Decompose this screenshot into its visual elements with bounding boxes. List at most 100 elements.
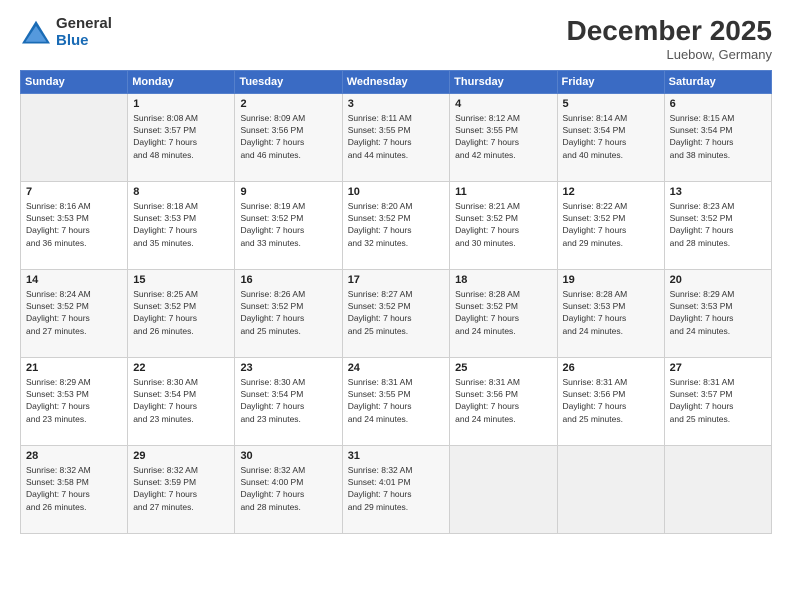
day-number: 2 — [240, 98, 336, 110]
calendar-cell: 2 Sunrise: 8:09 AMSunset: 3:56 PMDaylight… — [235, 93, 342, 181]
day-info: Sunrise: 8:12 AMSunset: 3:55 PMDaylight:… — [455, 112, 551, 161]
calendar-cell: 6Sunrise: 8:15 AMSunset: 3:54 PMDaylight… — [664, 93, 771, 181]
day-number: 13 — [670, 186, 766, 198]
day-number: 25 — [455, 362, 551, 374]
calendar-cell: 7 Sunrise: 8:16 AMSunset: 3:53 PMDaylight… — [21, 181, 128, 269]
day-number: 8 — [133, 186, 229, 198]
col-saturday: Saturday — [664, 70, 771, 93]
day-number: 24 — [348, 362, 444, 374]
logo-blue: Blue — [56, 33, 112, 50]
calendar-cell: 20 Sunrise: 8:29 AMSunset: 3:53 PMDayligh… — [664, 269, 771, 357]
calendar-cell — [557, 445, 664, 533]
day-number: 22 — [133, 362, 229, 374]
day-number: 29 — [133, 450, 229, 462]
day-info: Sunrise: 8:23 AMSunset: 3:52 PMDaylight:… — [670, 200, 766, 249]
day-info: Sunrise: 8:11 AMSunset: 3:55 PMDaylight:… — [348, 112, 444, 161]
day-number: 14 — [26, 274, 122, 286]
day-info: Sunrise: 8:29 AMSunset: 3:53 PMDaylight:… — [670, 288, 766, 337]
calendar-week-row: 28Sunrise: 8:32 AMSunset: 3:58 PMDayligh… — [21, 445, 772, 533]
day-number: 9 — [240, 186, 336, 198]
day-number: 17 — [348, 274, 444, 286]
calendar-cell: 29 Sunrise: 8:32 AMSunset: 3:59 PMDayligh… — [128, 445, 235, 533]
logo-text: General Blue — [56, 16, 112, 49]
day-info: Sunrise: 8:24 AMSunset: 3:52 PMDaylight:… — [26, 288, 122, 337]
day-info: Sunrise: 8:21 AMSunset: 3:52 PMDaylight:… — [455, 200, 551, 249]
day-number: 1 — [133, 98, 229, 110]
col-monday: Monday — [128, 70, 235, 93]
calendar-cell: 5Sunrise: 8:14 AMSunset: 3:54 PMDaylight… — [557, 93, 664, 181]
calendar-table: Sunday Monday Tuesday Wednesday Thursday… — [20, 70, 772, 534]
calendar-cell: 21 Sunrise: 8:29 AMSunset: 3:53 PMDayligh… — [21, 357, 128, 445]
day-number: 3 — [348, 98, 444, 110]
logo: General Blue — [20, 16, 112, 49]
col-tuesday: Tuesday — [235, 70, 342, 93]
calendar-cell: 17 Sunrise: 8:27 AMSunset: 3:52 PMDayligh… — [342, 269, 449, 357]
day-info: Sunrise: 8:09 AMSunset: 3:56 PMDaylight:… — [240, 112, 336, 161]
day-info: Sunrise: 8:16 AMSunset: 3:53 PMDaylight:… — [26, 200, 122, 249]
day-number: 23 — [240, 362, 336, 374]
calendar-cell: 25 Sunrise: 8:31 AMSunset: 3:56 PMDayligh… — [450, 357, 557, 445]
calendar-cell: 11 Sunrise: 8:21 AMSunset: 3:52 PMDayligh… — [450, 181, 557, 269]
calendar-cell: 14 Sunrise: 8:24 AMSunset: 3:52 PMDayligh… — [21, 269, 128, 357]
day-number: 30 — [240, 450, 336, 462]
day-info: Sunrise: 8:22 AMSunset: 3:52 PMDaylight:… — [563, 200, 659, 249]
calendar-week-row: 14 Sunrise: 8:24 AMSunset: 3:52 PMDayligh… — [21, 269, 772, 357]
day-number: 16 — [240, 274, 336, 286]
day-info: Sunrise: 8:29 AMSunset: 3:53 PMDaylight:… — [26, 376, 122, 425]
logo-icon — [20, 19, 52, 47]
day-number: 18 — [455, 274, 551, 286]
calendar-cell: 18Sunrise: 8:28 AMSunset: 3:52 PMDayligh… — [450, 269, 557, 357]
calendar-cell: 8Sunrise: 8:18 AMSunset: 3:53 PMDaylight… — [128, 181, 235, 269]
calendar-cell: 19Sunrise: 8:28 AMSunset: 3:53 PMDayligh… — [557, 269, 664, 357]
day-info: Sunrise: 8:27 AMSunset: 3:52 PMDaylight:… — [348, 288, 444, 337]
day-number: 26 — [563, 362, 659, 374]
calendar-cell: 15 Sunrise: 8:25 AMSunset: 3:52 PMDayligh… — [128, 269, 235, 357]
day-info: Sunrise: 8:30 AMSunset: 3:54 PMDaylight:… — [240, 376, 336, 425]
day-info: Sunrise: 8:14 AMSunset: 3:54 PMDaylight:… — [563, 112, 659, 161]
calendar-week-row: 7 Sunrise: 8:16 AMSunset: 3:53 PMDaylight… — [21, 181, 772, 269]
calendar-cell: 31 Sunrise: 8:32 AMSunset: 4:01 PMDayligh… — [342, 445, 449, 533]
day-number: 19 — [563, 274, 659, 286]
col-sunday: Sunday — [21, 70, 128, 93]
day-info: Sunrise: 8:19 AMSunset: 3:52 PMDaylight:… — [240, 200, 336, 249]
calendar-cell: 12Sunrise: 8:22 AMSunset: 3:52 PMDayligh… — [557, 181, 664, 269]
calendar-cell: 26 Sunrise: 8:31 AMSunset: 3:56 PMDayligh… — [557, 357, 664, 445]
day-number: 10 — [348, 186, 444, 198]
day-info: Sunrise: 8:31 AMSunset: 3:57 PMDaylight:… — [670, 376, 766, 425]
day-info: Sunrise: 8:32 AMSunset: 4:01 PMDaylight:… — [348, 464, 444, 513]
day-number: 11 — [455, 186, 551, 198]
day-number: 20 — [670, 274, 766, 286]
calendar-cell: 3 Sunrise: 8:11 AMSunset: 3:55 PMDaylight… — [342, 93, 449, 181]
calendar-header-row: Sunday Monday Tuesday Wednesday Thursday… — [21, 70, 772, 93]
calendar-cell: 13 Sunrise: 8:23 AMSunset: 3:52 PMDayligh… — [664, 181, 771, 269]
calendar-cell: 28Sunrise: 8:32 AMSunset: 3:58 PMDayligh… — [21, 445, 128, 533]
col-friday: Friday — [557, 70, 664, 93]
logo-general: General — [56, 16, 112, 33]
calendar-cell — [21, 93, 128, 181]
day-number: 31 — [348, 450, 444, 462]
col-thursday: Thursday — [450, 70, 557, 93]
calendar-cell: 27 Sunrise: 8:31 AMSunset: 3:57 PMDayligh… — [664, 357, 771, 445]
day-number: 7 — [26, 186, 122, 198]
calendar-cell: 9 Sunrise: 8:19 AMSunset: 3:52 PMDaylight… — [235, 181, 342, 269]
day-info: Sunrise: 8:30 AMSunset: 3:54 PMDaylight:… — [133, 376, 229, 425]
day-number: 4 — [455, 98, 551, 110]
day-info: Sunrise: 8:25 AMSunset: 3:52 PMDaylight:… — [133, 288, 229, 337]
calendar-cell — [450, 445, 557, 533]
page: General Blue December 2025 Luebow, Germa… — [0, 0, 792, 612]
month-title: December 2025 — [567, 16, 772, 47]
col-wednesday: Wednesday — [342, 70, 449, 93]
day-info: Sunrise: 8:32 AMSunset: 3:58 PMDaylight:… — [26, 464, 122, 513]
day-info: Sunrise: 8:32 AMSunset: 3:59 PMDaylight:… — [133, 464, 229, 513]
day-number: 21 — [26, 362, 122, 374]
header: General Blue December 2025 Luebow, Germa… — [20, 16, 772, 62]
day-info: Sunrise: 8:31 AMSunset: 3:56 PMDaylight:… — [455, 376, 551, 425]
day-number: 15 — [133, 274, 229, 286]
calendar-cell — [664, 445, 771, 533]
calendar-week-row: 21 Sunrise: 8:29 AMSunset: 3:53 PMDayligh… — [21, 357, 772, 445]
day-info: Sunrise: 8:26 AMSunset: 3:52 PMDaylight:… — [240, 288, 336, 337]
day-number: 27 — [670, 362, 766, 374]
calendar-cell: 16 Sunrise: 8:26 AMSunset: 3:52 PMDayligh… — [235, 269, 342, 357]
day-info: Sunrise: 8:31 AMSunset: 3:56 PMDaylight:… — [563, 376, 659, 425]
calendar-cell: 24Sunrise: 8:31 AMSunset: 3:55 PMDayligh… — [342, 357, 449, 445]
